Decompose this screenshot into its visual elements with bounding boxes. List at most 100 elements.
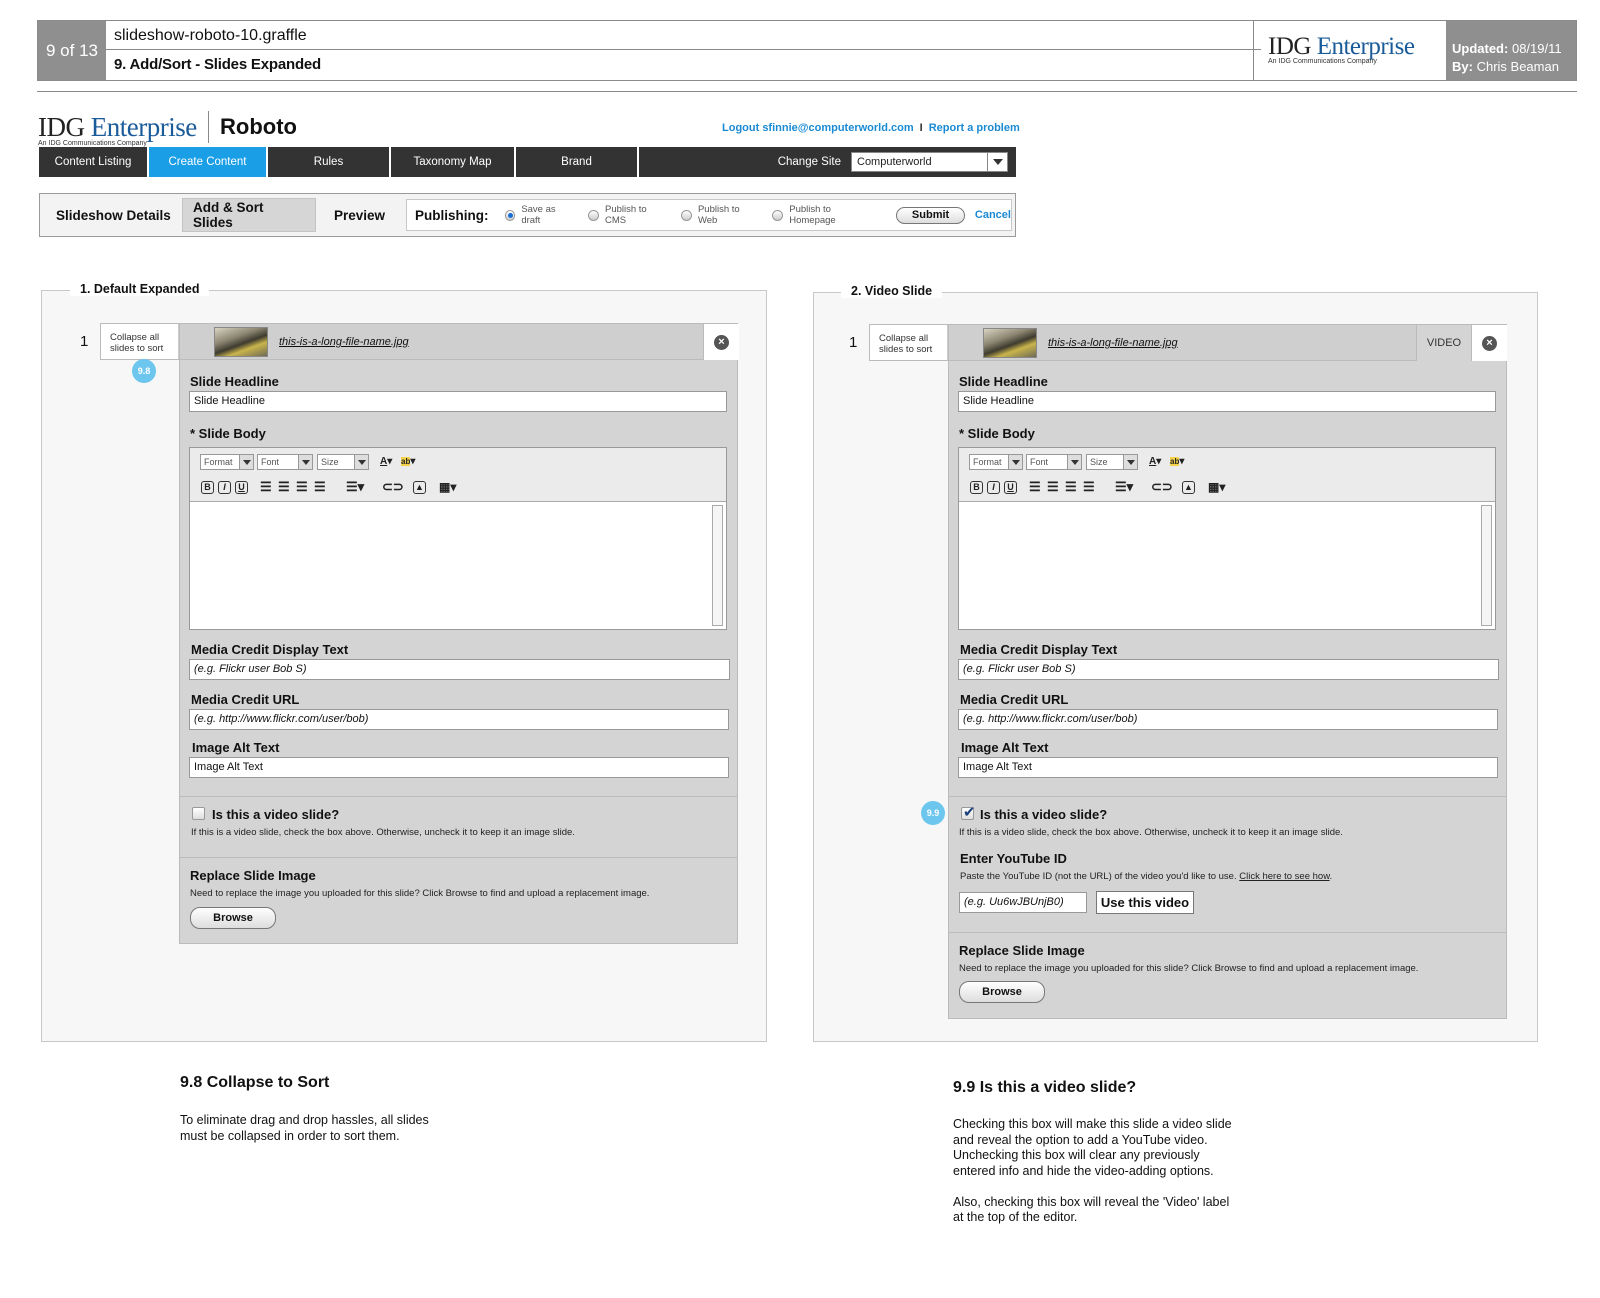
alt-input[interactable]: Image Alt Text <box>958 757 1498 778</box>
italic-icon[interactable]: I <box>218 480 233 494</box>
table-icon[interactable]: ▦▾ <box>439 480 456 494</box>
size-dropdown[interactable]: Size <box>317 454 369 470</box>
tab-add-sort-slides[interactable]: Add & Sort Slides <box>182 198 316 232</box>
size-dropdown[interactable]: Size <box>1086 454 1138 470</box>
slide-file-name[interactable]: this-is-a-long-file-name.jpg <box>1048 337 1178 349</box>
table-icon[interactable]: ▦▾ <box>1208 480 1225 494</box>
close-icon: × <box>1482 335 1497 351</box>
note-body-collapse: To eliminate drag and drop hassles, all … <box>180 1113 429 1144</box>
slide-number: 1 <box>849 334 858 351</box>
file-name: slideshow-roboto-10.graffle <box>114 27 307 44</box>
image-icon[interactable]: ▲ <box>1182 480 1197 494</box>
use-video-button[interactable]: Use this video <box>1096 891 1194 914</box>
chevron-down-icon <box>354 455 368 469</box>
collapse-label: Collapse all slides to sort <box>110 332 164 354</box>
credit-url-input[interactable]: (e.g. http://www.flickr.com/user/bob) <box>189 709 729 730</box>
radio-save-draft[interactable] <box>504 209 516 221</box>
indent-icon[interactable]: ☰ <box>1065 479 1077 494</box>
font-dropdown[interactable]: Font <box>1026 454 1082 470</box>
close-icon: × <box>714 334 729 350</box>
link-icon[interactable]: ⊂⊃ <box>382 479 404 494</box>
slide-thumbnail <box>983 328 1037 358</box>
format-dropdown[interactable]: Format <box>200 454 254 470</box>
ordered-list-icon[interactable]: ☰ <box>260 479 272 494</box>
logo-enterprise: Enterprise <box>1316 33 1415 60</box>
note-title-collapse: 9.8 Collapse to Sort <box>180 1074 330 1091</box>
credit-input[interactable]: (e.g. Flickr user Bob S) <box>189 659 730 680</box>
app-name: Roboto <box>220 114 297 139</box>
divider <box>949 796 1506 797</box>
credit-input[interactable]: (e.g. Flickr user Bob S) <box>958 659 1499 680</box>
ordered-list-icon[interactable]: ☰ <box>1029 479 1041 494</box>
note-line <box>953 1179 1232 1195</box>
nav-create-content[interactable]: Create Content <box>149 147 268 177</box>
video-help: If this is a video slide, check the box … <box>959 827 1343 838</box>
remove-slide-button[interactable]: × <box>703 324 739 360</box>
site-select-value: Computerworld <box>857 156 932 168</box>
tab-slideshow-details[interactable]: Slideshow Details <box>46 198 181 232</box>
app-logo[interactable]: IDG Enterprise An IDG Communications Com… <box>38 112 197 147</box>
rich-text-editor[interactable]: Format Font Size A ▾ ab ▾ B I U ☰ ☰ ☰ ☰ ☰▾… <box>189 447 727 630</box>
text-color-icon[interactable]: A ▾ <box>1149 454 1161 468</box>
radio-publish-web[interactable] <box>681 209 692 221</box>
text-color-icon[interactable]: A ▾ <box>380 454 392 468</box>
bold-icon[interactable]: B <box>201 480 216 494</box>
radio-publish-cms[interactable] <box>588 209 599 221</box>
underline-icon[interactable]: U <box>235 480 250 494</box>
submit-button[interactable]: Submit <box>896 206 965 224</box>
image-icon[interactable]: ▲ <box>413 480 428 494</box>
align-icon[interactable]: ☰▾ <box>1115 479 1133 494</box>
video-checkbox[interactable] <box>961 803 976 821</box>
italic-icon[interactable]: I <box>987 480 1002 494</box>
remove-slide-button[interactable]: × <box>1471 325 1507 361</box>
scrollbar[interactable] <box>712 505 723 626</box>
format-dropdown[interactable]: Format <box>969 454 1023 470</box>
tab-preview[interactable]: Preview <box>324 198 395 232</box>
bullet-list-icon[interactable]: ☰ <box>1047 479 1059 494</box>
bullet-list-icon[interactable]: ☰ <box>278 479 290 494</box>
indent-icon[interactable]: ☰ <box>296 479 308 494</box>
see-how-link[interactable]: Click here to see how <box>1239 871 1329 882</box>
outdent-icon[interactable]: ☰ <box>1083 479 1095 494</box>
headline-input[interactable]: Slide Headline <box>189 391 727 412</box>
browse-button[interactable]: Browse <box>959 981 1045 1003</box>
alt-input[interactable]: Image Alt Text <box>189 757 729 778</box>
credit-url-input[interactable]: (e.g. http://www.flickr.com/user/bob) <box>958 709 1498 730</box>
cancel-link[interactable]: Cancel <box>975 209 1011 221</box>
header-divider <box>106 49 1261 50</box>
bold-icon[interactable]: B <box>970 480 985 494</box>
scrollbar[interactable] <box>1481 505 1492 626</box>
replace-help: Need to replace the image you uploaded f… <box>190 888 650 899</box>
highlight-icon[interactable]: ab ▾ <box>401 454 415 468</box>
headline-input[interactable]: Slide Headline <box>958 391 1496 412</box>
video-checkbox[interactable] <box>192 807 205 820</box>
page-subtitle: 9. Add/Sort - Slides Expanded <box>114 56 322 73</box>
updated-label: Updated: <box>1452 41 1509 56</box>
highlight-icon[interactable]: ab ▾ <box>1170 454 1184 468</box>
youtube-id-input[interactable]: (e.g. Uu6wJBUnjB0) <box>959 892 1087 913</box>
panel-default-expanded: 1. Default Expanded 1 Collapse all slide… <box>41 282 767 1042</box>
publishing-label: Publishing: <box>415 207 489 223</box>
video-badge: VIDEO <box>1416 325 1471 361</box>
rich-text-editor[interactable]: Format Font Size A ▾ ab ▾ B I U ☰ ☰ ☰ ☰ ☰▾… <box>958 447 1496 630</box>
browse-button[interactable]: Browse <box>190 907 276 929</box>
underline-icon[interactable]: U <box>1004 480 1019 494</box>
nav-taxonomy-map[interactable]: Taxonomy Map <box>391 147 516 177</box>
outdent-icon[interactable]: ☰ <box>314 479 326 494</box>
youtube-help: Paste the YouTube ID (not the URL) of th… <box>960 871 1332 882</box>
slide-file-name[interactable]: this-is-a-long-file-name.jpg <box>279 336 409 348</box>
chevron-down-icon <box>1123 455 1137 469</box>
site-select[interactable]: Computerworld <box>851 152 1008 172</box>
align-icon[interactable]: ☰▾ <box>346 479 364 494</box>
radio-publish-homepage[interactable] <box>772 209 784 221</box>
logout-link[interactable]: Logout sfinnie@computerworld.com <box>722 122 914 134</box>
link-icon[interactable]: ⊂⊃ <box>1151 479 1173 494</box>
font-dropdown[interactable]: Font <box>257 454 313 470</box>
body-label: * Slide Body <box>190 426 266 441</box>
report-problem-link[interactable]: Report a problem <box>929 122 1020 134</box>
nav-content-listing[interactable]: Content Listing <box>39 147 149 177</box>
credit-label: Media Credit Display Text <box>960 642 1118 657</box>
top-links: Logout sfinnie@computerworld.com I Report … <box>722 122 1020 134</box>
nav-brand[interactable]: Brand <box>516 147 639 177</box>
nav-rules[interactable]: Rules <box>268 147 391 177</box>
